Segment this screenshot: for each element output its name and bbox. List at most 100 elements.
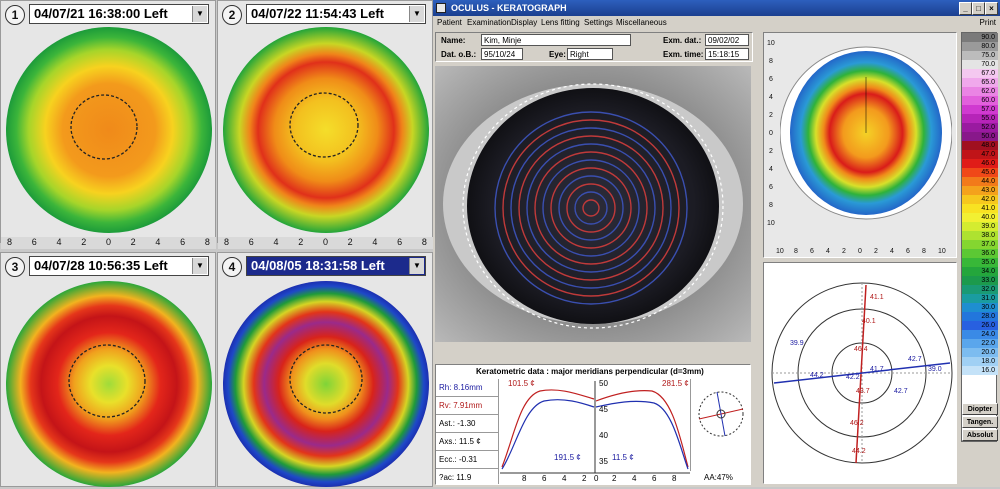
legend-entry: 62.0 xyxy=(962,87,998,96)
chevron-down-icon[interactable]: ▼ xyxy=(192,6,207,22)
legend-entry: 36.0 xyxy=(962,249,998,258)
ring-value: 46.4 xyxy=(854,346,868,353)
keratometric-panel: Keratometric data : major meridians perp… xyxy=(435,364,751,485)
ring-value: 43.7 xyxy=(856,388,870,395)
x-tick: 8 xyxy=(522,474,527,483)
exam-select-4[interactable]: 04/08/05 18:31:58 Left ▼ xyxy=(246,256,426,276)
axis-tick: 0 xyxy=(769,130,773,137)
close-button[interactable]: × xyxy=(985,2,998,15)
menu-settings[interactable]: Settings xyxy=(584,16,613,30)
legend-entry: 67.0 xyxy=(962,69,998,78)
ring-value: 39.9 xyxy=(790,340,804,347)
topography-map-3: 3 04/07/28 10:56:35 Left ▼ xyxy=(0,252,216,487)
chevron-down-icon[interactable]: ▼ xyxy=(409,6,424,22)
axis-tick: 10 xyxy=(776,248,784,255)
exam-date-field[interactable]: 09/02/02 xyxy=(705,34,749,46)
legend-entry: 42.0 xyxy=(962,195,998,204)
x-tick: 8 xyxy=(672,474,677,483)
exam-select-3[interactable]: 04/07/28 10:56:35 Left ▼ xyxy=(29,256,209,276)
legend-entry: 34.0 xyxy=(962,267,998,276)
menu-miscellaneous[interactable]: Miscellaneous xyxy=(616,16,667,30)
legend-entry: 30.0 xyxy=(962,303,998,312)
dob-field[interactable]: 95/10/24 xyxy=(481,48,523,60)
exam-select-2[interactable]: 04/07/22 11:54:43 Left ▼ xyxy=(246,4,426,24)
legend-entry: 75.0 xyxy=(962,51,998,60)
map-scale: 864202468 xyxy=(1,237,216,249)
kerato-ecc: Ecc.: -0.31 xyxy=(436,451,498,469)
exam-time-field[interactable]: 15:18:15 xyxy=(705,48,749,60)
menu-patient[interactable]: Patient xyxy=(437,16,462,30)
kerato-ast: Ast.: -1.30 xyxy=(436,415,498,433)
axis-tick: 4 xyxy=(769,166,773,173)
axis-tick: 6 xyxy=(769,76,773,83)
axis-compass xyxy=(690,379,751,471)
patient-name-field[interactable]: Kim, Minje xyxy=(481,34,631,46)
axis-tick: 8 xyxy=(769,58,773,65)
legend-entry: 60.0 xyxy=(962,96,998,105)
chevron-down-icon[interactable]: ▼ xyxy=(409,258,424,274)
axis-tick: 2 xyxy=(769,148,773,155)
dob-label: Dat. o.B.: xyxy=(441,50,477,59)
corneal-map-2 xyxy=(223,27,429,233)
legend-entry: 44.0 xyxy=(962,177,998,186)
kerato-rh: Rh: 8.16mm xyxy=(436,379,498,397)
legend-entry: 90.0 xyxy=(962,33,998,42)
diopter-button[interactable]: Diopter xyxy=(962,403,998,415)
exam-date-label: Exm. dat.: xyxy=(663,36,702,45)
x-tick: 4 xyxy=(562,474,567,483)
kerato-divider xyxy=(498,379,499,484)
x-tick: 4 xyxy=(632,474,637,483)
legend-entry: 50.0 xyxy=(962,132,998,141)
axis-tick: 10 xyxy=(767,220,775,227)
legend-entry: 65.0 xyxy=(962,78,998,87)
legend-entry: 55.0 xyxy=(962,114,998,123)
legend-entry: 32.0 xyxy=(962,285,998,294)
x-tick: 6 xyxy=(542,474,547,483)
axis-tick: 2 xyxy=(842,248,846,255)
legend-entry: 31.0 xyxy=(962,294,998,303)
menu-lens-fitting[interactable]: Lens fitting xyxy=(541,16,580,30)
legend-entry: 28.0 xyxy=(962,312,998,321)
menu-examination[interactable]: Examination xyxy=(467,16,511,30)
ring-value: 41.7 xyxy=(870,366,884,373)
axis-tick: 6 xyxy=(906,248,910,255)
legend-entry: 43.0 xyxy=(962,186,998,195)
maximize-button[interactable]: □ xyxy=(972,2,985,15)
absolute-button[interactable]: Absolut xyxy=(962,429,998,441)
aa-value: AA:47% xyxy=(704,473,733,482)
legend-entry: 37.0 xyxy=(962,240,998,249)
x-tick: 2 xyxy=(582,474,587,483)
map-number: 3 xyxy=(5,257,25,277)
x-tick: 0 xyxy=(594,474,599,483)
tangential-button[interactable]: Tangen. xyxy=(962,416,998,428)
axis-tick: 6 xyxy=(810,248,814,255)
exam-select-1[interactable]: 04/07/21 16:38:00 Left ▼ xyxy=(29,4,209,24)
ring-value: 42.7 xyxy=(894,388,908,395)
corneal-map-1 xyxy=(6,27,212,233)
menu-display[interactable]: Display xyxy=(511,16,537,30)
ring-value: 39.0 xyxy=(928,366,942,373)
eye-field[interactable]: Right xyxy=(567,48,613,60)
y-tick: 40 xyxy=(599,431,608,440)
name-label: Name: xyxy=(441,36,466,45)
print-button[interactable]: Print xyxy=(980,16,996,30)
legend-entry: 57.0 xyxy=(962,105,998,114)
legend-entry: 38.0 xyxy=(962,231,998,240)
kerato-rv: Rv: 7.91mm xyxy=(436,397,498,415)
legend-entry: 47.0 xyxy=(962,150,998,159)
kerato-ac: ?ac: 11.9 xyxy=(439,473,472,482)
legend-entry: 18.0 xyxy=(962,357,998,366)
ring-value: 40.1 xyxy=(862,318,876,325)
minimize-button[interactable]: _ xyxy=(959,2,972,15)
axis-tick: 2 xyxy=(769,112,773,119)
right-top-meridian: 281.5 ¢ xyxy=(662,379,689,388)
ring-value: 41.1 xyxy=(870,294,884,301)
legend-entry: 16.0 xyxy=(962,366,998,375)
x-tick: 2 xyxy=(612,474,617,483)
chevron-down-icon[interactable]: ▼ xyxy=(192,258,207,274)
color-legend: 90.0 80.0 75.0 70.0 67.0 65.0 62.0 60.0 … xyxy=(961,32,998,442)
legend-entry: 20.0 xyxy=(962,348,998,357)
legend-entry: 80.0 xyxy=(962,42,998,51)
corneal-map-3 xyxy=(6,281,212,487)
compass-rose-icon xyxy=(698,391,744,437)
